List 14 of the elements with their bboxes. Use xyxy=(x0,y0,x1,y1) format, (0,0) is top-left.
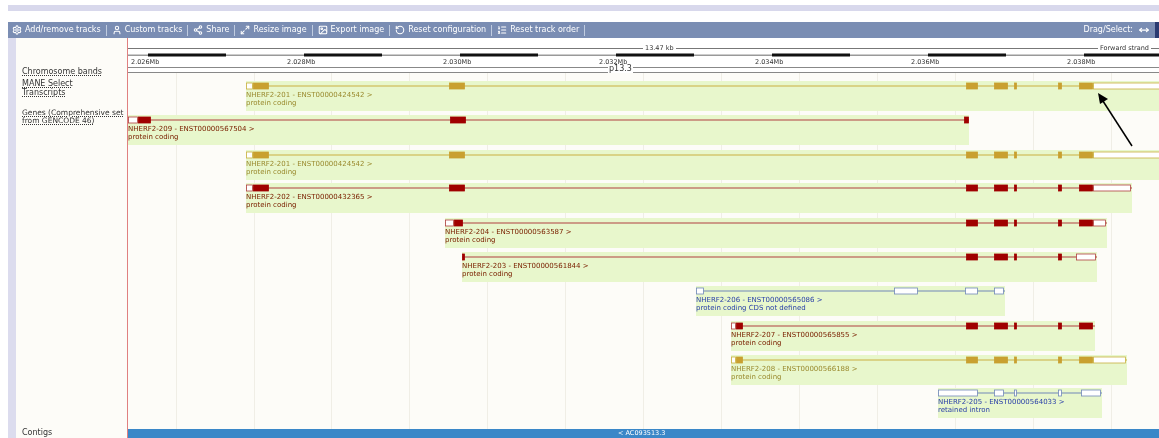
share-icon xyxy=(193,25,204,35)
user-icon xyxy=(111,25,122,35)
track-label[interactable]: Contigs xyxy=(22,428,127,437)
settings-icon xyxy=(12,25,22,35)
track-label[interactable]: Chromosome bands xyxy=(22,67,127,76)
band-label: p13.3 xyxy=(608,64,633,73)
image-icon xyxy=(317,25,328,35)
drag-icon[interactable] xyxy=(1139,25,1149,35)
reset-icon xyxy=(395,25,406,35)
track-label[interactable]: MANE Select Transcripts xyxy=(22,79,82,97)
drag-select-label: Drag/Select: xyxy=(1083,24,1133,36)
arrow-icon xyxy=(1097,93,1133,147)
list-icon xyxy=(497,25,508,35)
resize-icon xyxy=(240,25,251,35)
